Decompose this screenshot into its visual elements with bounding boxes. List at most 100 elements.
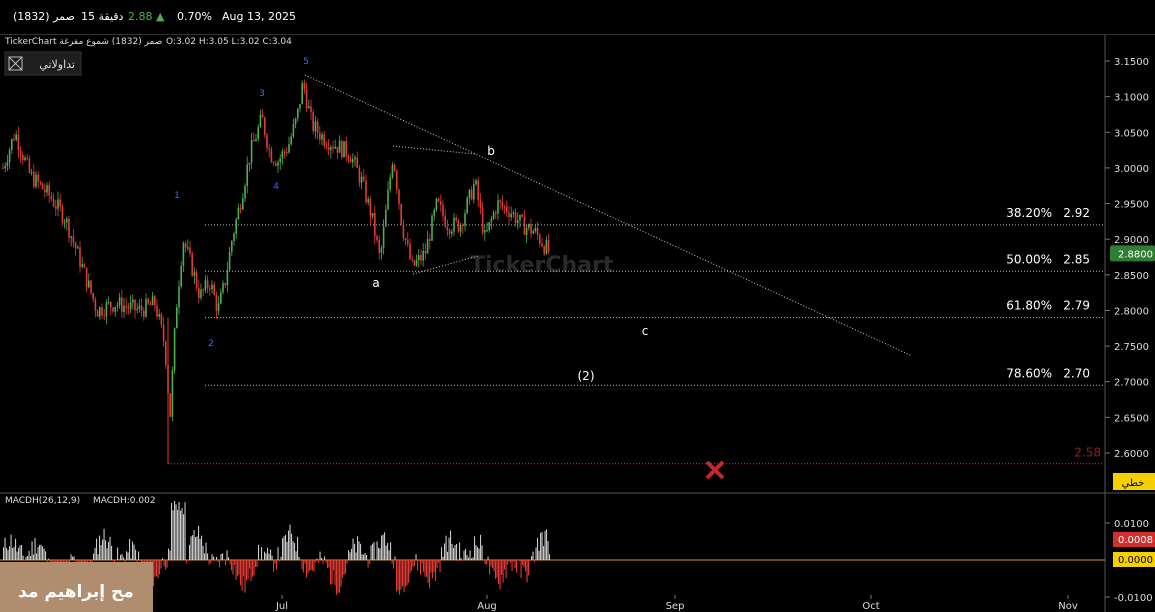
date-label: Aug 13, 2025	[222, 10, 296, 23]
candle-body	[129, 302, 132, 309]
candle-body	[497, 200, 499, 214]
macd-bar	[541, 532, 543, 560]
macd-bar	[22, 555, 24, 560]
macd-bar	[156, 560, 158, 577]
candle-body	[226, 270, 229, 286]
candle-body	[437, 198, 440, 202]
brand-button-label: تداولاتي	[39, 58, 75, 71]
macd-bar	[412, 560, 414, 568]
y-tick-label: 2.8000	[1114, 306, 1149, 317]
candle-body	[55, 206, 57, 209]
macd-bar	[315, 560, 317, 563]
candle-body	[193, 272, 196, 276]
candle-body	[492, 212, 495, 219]
macd-bar	[483, 559, 485, 561]
candle-body	[389, 177, 391, 190]
macd-bar	[360, 543, 362, 560]
macd-bar	[223, 560, 225, 561]
candle-body	[464, 213, 466, 226]
candle-body	[330, 147, 332, 151]
macd-bar	[402, 560, 404, 587]
macd-bar	[481, 545, 483, 560]
macd-bar	[93, 553, 95, 560]
macd-bar	[399, 560, 401, 595]
macd-bar	[436, 560, 438, 569]
macd-bar	[295, 551, 297, 560]
candle-body	[70, 236, 72, 238]
macd-bar	[27, 555, 29, 560]
candle-body	[473, 184, 475, 200]
candle-body	[297, 108, 299, 119]
candle-body	[286, 151, 288, 153]
macd-bar	[393, 560, 395, 569]
candle-body	[446, 226, 449, 231]
macd-bar	[181, 508, 183, 560]
macd-bar	[250, 560, 252, 581]
candle	[169, 393, 171, 418]
candle-body	[323, 134, 325, 146]
macd-bar	[391, 560, 393, 564]
candle-body	[477, 180, 479, 201]
candle-body	[215, 294, 218, 312]
symbol-label[interactable]: صمر (1832)	[13, 10, 75, 23]
macd-bar	[286, 541, 288, 560]
candle-body	[398, 189, 400, 205]
stop-label: 2.58	[1074, 446, 1101, 460]
macd-bar	[9, 546, 11, 560]
macd-bar	[297, 536, 299, 560]
candle-body	[107, 301, 110, 303]
interval-label[interactable]: 15 دقيقة	[81, 10, 123, 23]
macd-bar	[379, 548, 381, 560]
candle-body	[191, 253, 193, 276]
candle-body	[224, 283, 226, 286]
candle-body	[211, 284, 213, 289]
macd-bar	[229, 560, 231, 565]
macd-bar	[519, 559, 521, 561]
candle-body	[371, 212, 374, 217]
macd-bar	[310, 560, 312, 571]
candle-body	[13, 138, 15, 140]
candle-body	[253, 140, 255, 142]
candle-body	[429, 238, 431, 241]
fib-pct: 78.60%	[1006, 366, 1052, 380]
candle-body	[83, 264, 86, 268]
macd-bar	[216, 556, 218, 560]
macd-bar	[324, 556, 326, 560]
macd-bar	[231, 560, 233, 571]
macd-bar	[271, 555, 273, 560]
macd-bar	[435, 560, 437, 581]
candle-body	[246, 164, 248, 186]
macd-bar	[112, 560, 114, 562]
candle-body	[74, 242, 77, 249]
candle-body	[354, 157, 356, 160]
brand-button[interactable]: تداولاتي	[4, 51, 82, 76]
candle-body	[261, 114, 264, 118]
candle-body	[310, 106, 312, 113]
macd-bar	[120, 554, 122, 560]
chart-area[interactable]: TickerChart صمر (1832) شموع مفرغة O:3.02…	[0, 35, 1155, 612]
candle-body	[534, 227, 537, 232]
candle-body	[521, 214, 523, 217]
candle-body	[2, 167, 4, 169]
macd-bar	[508, 560, 510, 562]
macd-bar	[102, 539, 104, 560]
macd-bar	[73, 556, 75, 560]
candle-body	[415, 260, 418, 266]
candle-body	[48, 185, 50, 196]
candle-body	[506, 206, 508, 213]
macd-bar	[219, 560, 221, 568]
macd-bar	[534, 560, 536, 563]
candle-body	[118, 297, 121, 306]
candle	[301, 80, 303, 105]
macd-bar	[441, 547, 443, 560]
macd-bar	[348, 550, 350, 560]
candle-body	[512, 212, 515, 214]
candle-body	[376, 236, 378, 240]
candle-body	[266, 135, 268, 149]
macd-bar	[306, 560, 308, 578]
macd-bar	[249, 560, 251, 569]
candle-body	[380, 247, 383, 253]
candle-body	[123, 305, 125, 313]
macd-bar	[511, 560, 513, 571]
x-tick-label: Aug	[477, 601, 497, 612]
